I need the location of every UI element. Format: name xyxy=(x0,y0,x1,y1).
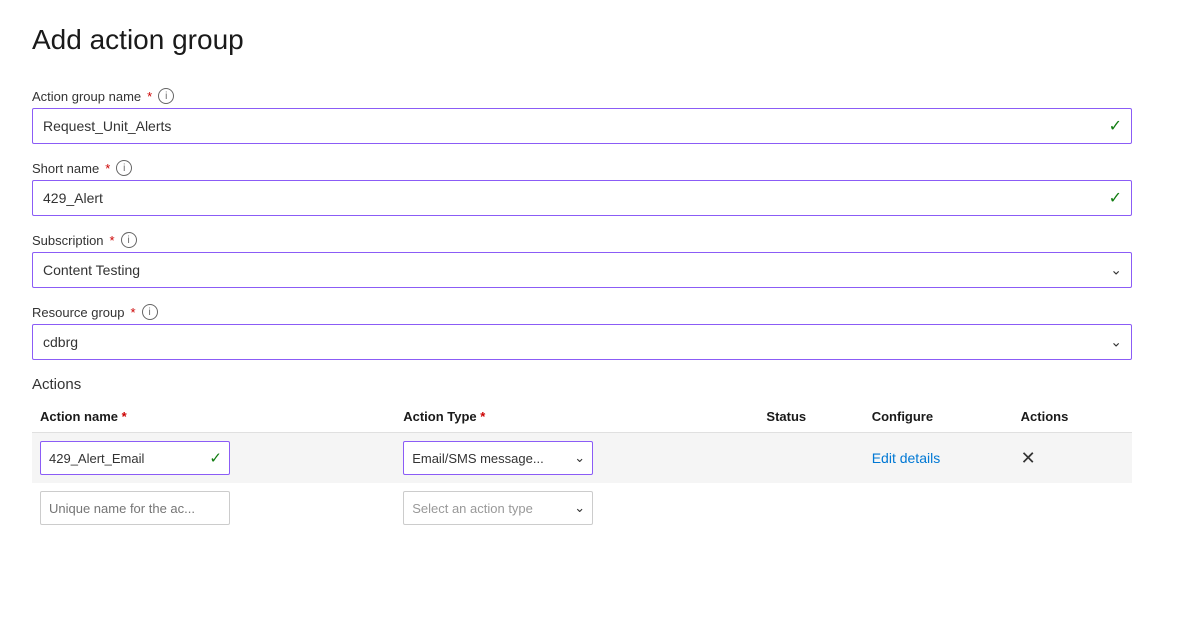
short-name-field: Short name * i ✓ xyxy=(32,160,1132,216)
short-name-check-icon: ✓ xyxy=(1109,188,1122,208)
short-name-label: Short name * i xyxy=(32,160,1132,176)
col-header-action-name: Action name * xyxy=(32,401,395,433)
action-group-name-check-icon: ✓ xyxy=(1109,116,1122,136)
action-type-select-wrapper: Email/SMS message... ⌄ xyxy=(403,441,593,475)
short-name-info-icon[interactable]: i xyxy=(116,160,132,176)
resource-group-label: Resource group * i xyxy=(32,304,1132,320)
action-type-select[interactable]: Email/SMS message... xyxy=(403,441,593,475)
action-group-name-input[interactable] xyxy=(32,108,1132,144)
action-group-name-label: Action group name * i xyxy=(32,88,1132,104)
subscription-info-icon[interactable]: i xyxy=(121,232,137,248)
page-title: Add action group xyxy=(32,24,1168,56)
resource-group-select[interactable]: cdbrg xyxy=(32,324,1132,360)
action-group-name-field: Action group name * i ✓ xyxy=(32,88,1132,144)
col-header-action-name-required: * xyxy=(122,409,127,424)
action-name-input[interactable] xyxy=(40,441,230,475)
actions-section: Actions Action name * Action Type * Stat… xyxy=(32,376,1132,533)
col-header-actions: Actions xyxy=(1013,401,1132,433)
col-header-action-name-text: Action name xyxy=(40,409,118,424)
table-row-new: Select an action type Email/SMS message/… xyxy=(32,483,1132,533)
delete-action-icon[interactable]: ✕ xyxy=(1021,448,1036,468)
new-action-name-input[interactable] xyxy=(40,491,230,525)
new-action-type-select-wrapper: Select an action type Email/SMS message/… xyxy=(403,491,593,525)
new-action-name-cell xyxy=(32,483,395,533)
form-section: Action group name * i ✓ Short name * i ✓… xyxy=(32,88,1132,533)
resource-group-select-wrapper: cdbrg ⌄ xyxy=(32,324,1132,360)
col-header-action-type: Action Type * xyxy=(395,401,758,433)
col-header-status: Status xyxy=(758,401,863,433)
new-actions-cell xyxy=(1013,483,1132,533)
actions-table-head: Action name * Action Type * Status Confi… xyxy=(32,401,1132,433)
short-name-label-text: Short name xyxy=(32,161,99,176)
actions-table: Action name * Action Type * Status Confi… xyxy=(32,401,1132,533)
subscription-required: * xyxy=(110,233,115,248)
action-group-name-info-icon[interactable]: i xyxy=(158,88,174,104)
action-name-check-icon: ✓ xyxy=(209,449,222,467)
subscription-field: Subscription * i Content Testing ⌄ xyxy=(32,232,1132,288)
new-configure-cell xyxy=(864,483,1013,533)
short-name-input-wrapper: ✓ xyxy=(32,180,1132,216)
action-type-cell: Email/SMS message... ⌄ xyxy=(395,433,758,484)
actions-section-label: Actions xyxy=(32,376,1132,393)
actions-table-header-row: Action name * Action Type * Status Confi… xyxy=(32,401,1132,433)
col-header-configure: Configure xyxy=(864,401,1013,433)
action-group-name-input-wrapper: ✓ xyxy=(32,108,1132,144)
action-name-cell: ✓ xyxy=(32,433,395,484)
new-action-type-cell: Select an action type Email/SMS message/… xyxy=(395,483,758,533)
resource-group-label-text: Resource group xyxy=(32,305,125,320)
table-row: ✓ Email/SMS message... ⌄ Edit deta xyxy=(32,433,1132,484)
subscription-select[interactable]: Content Testing xyxy=(32,252,1132,288)
new-status-cell xyxy=(758,483,863,533)
edit-details-link[interactable]: Edit details xyxy=(872,450,940,466)
action-group-name-required: * xyxy=(147,89,152,104)
col-header-action-type-required: * xyxy=(480,409,485,424)
short-name-required: * xyxy=(105,161,110,176)
status-cell xyxy=(758,433,863,484)
delete-cell: ✕ xyxy=(1013,433,1132,484)
action-name-input-wrapper: ✓ xyxy=(40,441,230,475)
resource-group-required: * xyxy=(131,305,136,320)
short-name-input[interactable] xyxy=(32,180,1132,216)
configure-cell: Edit details xyxy=(864,433,1013,484)
subscription-label-text: Subscription xyxy=(32,233,104,248)
col-header-action-type-text: Action Type xyxy=(403,409,476,424)
subscription-label: Subscription * i xyxy=(32,232,1132,248)
resource-group-info-icon[interactable]: i xyxy=(142,304,158,320)
action-group-name-label-text: Action group name xyxy=(32,89,141,104)
new-action-type-select[interactable]: Select an action type Email/SMS message/… xyxy=(403,491,593,525)
new-action-name-input-wrapper xyxy=(40,491,230,525)
subscription-select-wrapper: Content Testing ⌄ xyxy=(32,252,1132,288)
actions-table-body: ✓ Email/SMS message... ⌄ Edit deta xyxy=(32,433,1132,534)
resource-group-field: Resource group * i cdbrg ⌄ xyxy=(32,304,1132,360)
